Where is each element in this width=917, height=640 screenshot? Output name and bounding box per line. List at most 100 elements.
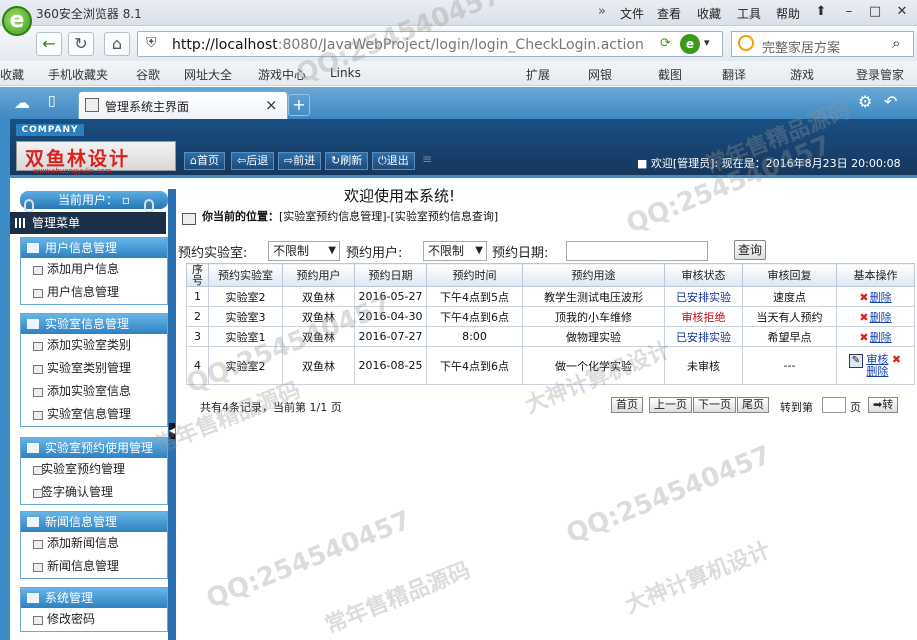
address-bar[interactable]: ⛨ http://localhost:8080/JavaWebProject/l… xyxy=(137,31,723,57)
goto-button[interactable]: ➡转 xyxy=(868,397,899,413)
chevron-down-icon[interactable]: ▾ xyxy=(704,36,710,49)
cell-date: 2016-08-25 xyxy=(354,346,427,385)
search-input[interactable]: 完整家居方案 xyxy=(762,37,840,56)
menu-add-lab-type[interactable]: 添加实验室类别 xyxy=(21,334,167,357)
last-page-button[interactable]: 尾页 xyxy=(737,397,769,413)
delete-link[interactable]: 删除 xyxy=(870,291,892,304)
bookmark-mobile[interactable]: 手机收藏夹 xyxy=(48,66,108,83)
prev-page-button[interactable]: 上一页 xyxy=(649,397,692,413)
cell-time: 下午4点到5点 xyxy=(426,286,523,307)
toolbar-games[interactable]: 游戏 xyxy=(790,66,814,83)
collapse-arrow-icon[interactable]: ◀ xyxy=(169,423,175,439)
cell-lab: 实验室2 xyxy=(208,286,283,307)
menu-help[interactable]: 帮助 xyxy=(776,5,800,22)
search-engine-icon[interactable] xyxy=(738,35,754,51)
search-box[interactable]: 完整家居方案 ⌕ xyxy=(731,31,914,57)
address-url[interactable]: http://localhost:8080/JavaWebProject/log… xyxy=(172,37,644,53)
menu-reservation-manage[interactable]: 实验室预约管理 xyxy=(21,458,167,481)
cell-lab: 实验室1 xyxy=(208,326,283,347)
home-icon[interactable]: ⌂ xyxy=(104,32,130,56)
menu-user-manage[interactable]: 用户信息管理 xyxy=(21,281,167,304)
chevron-right-icon[interactable]: » xyxy=(598,4,606,19)
bookmark-sites[interactable]: 网址大全 xyxy=(184,66,232,83)
phone-icon[interactable]: ▯ xyxy=(48,93,56,109)
cell-index: 1 xyxy=(186,286,209,307)
shirt-icon[interactable]: ⬆ xyxy=(808,2,834,22)
bookmark-favorites[interactable]: 收藏 xyxy=(0,66,24,83)
welcome-status: ■ 欢迎[管理员]: 现在是：2016年8月23日 20:00:08 xyxy=(637,157,901,170)
home-button[interactable]: ⌂首页 xyxy=(184,152,225,170)
menu-tools[interactable]: 工具 xyxy=(737,5,761,22)
sidebar: 当前用户： ▫ 管理菜单 用户信息管理 添加用户信息 用户信息管理 实验室信息管… xyxy=(10,189,168,640)
toolbar-screenshot[interactable]: 截图 xyxy=(658,66,682,83)
cell-time: 8:00 xyxy=(426,326,523,347)
filter-user-select[interactable]: 不限制 ▼ xyxy=(423,241,487,261)
refresh-button[interactable]: ↻刷新 xyxy=(325,152,369,170)
tab-close-icon[interactable]: × xyxy=(265,96,278,114)
first-page-button[interactable]: 首页 xyxy=(611,397,643,413)
menu-signature-confirm[interactable]: 签字确认管理 xyxy=(21,481,167,504)
group-title-lab-info[interactable]: 实验室信息管理 xyxy=(21,314,167,334)
menu-view[interactable]: 查看 xyxy=(657,5,681,22)
chevron-down-icon: ▼ xyxy=(475,245,483,256)
menu-add-news[interactable]: 添加新闻信息 xyxy=(21,532,167,555)
back-arrow-icon[interactable]: ← xyxy=(36,32,62,56)
menu-lab-type-manage[interactable]: 实验室类别管理 xyxy=(21,357,167,380)
edit-icon[interactable]: ✎ xyxy=(848,353,863,368)
delete-x-icon: ✖ xyxy=(891,352,902,366)
search-icon[interactable]: ⌕ xyxy=(892,34,900,52)
sidebar-splitter[interactable]: ◀ xyxy=(168,189,176,640)
col-purpose: 预约用途 xyxy=(522,263,665,287)
ie-mode-icon[interactable]: e xyxy=(680,34,700,54)
delete-link[interactable]: 删除 xyxy=(870,311,892,324)
delete-link[interactable]: 删除 xyxy=(870,331,892,344)
bookmark-google[interactable]: 谷歌 xyxy=(136,66,160,83)
settings-icon[interactable]: ⚙ xyxy=(858,92,872,111)
group-title-news[interactable]: 新闻信息管理 xyxy=(21,512,167,532)
cell-review-status: 已安排实验 xyxy=(664,286,743,307)
cloud-icon[interactable]: ☁ xyxy=(14,93,30,112)
menu-add-lab[interactable]: 添加实验室信息 xyxy=(21,380,167,403)
cell-date: 2016-05-27 xyxy=(354,286,427,307)
cell-index: 2 xyxy=(186,306,209,327)
undo-icon[interactable]: ↶ xyxy=(884,92,897,111)
menu-favorites[interactable]: 收藏 xyxy=(697,5,721,22)
menu-add-user[interactable]: 添加用户信息 xyxy=(21,258,167,281)
speed-icon[interactable]: ⟳ xyxy=(660,36,671,51)
delete-link[interactable]: 删除 xyxy=(866,365,888,378)
toolbar-bank[interactable]: 网银 xyxy=(588,66,612,83)
filter-date-input[interactable] xyxy=(566,241,708,261)
toolbar-extensions[interactable]: 扩展 xyxy=(526,66,550,83)
menu-file[interactable]: 文件 xyxy=(620,5,644,22)
menu-lab-manage[interactable]: 实验室信息管理 xyxy=(21,403,167,426)
goto-page-input[interactable] xyxy=(822,397,846,413)
tab-main[interactable]: 管理系统主界面 × xyxy=(78,91,288,119)
logout-button[interactable]: ⏻退出 xyxy=(372,152,415,170)
new-tab-icon[interactable]: + xyxy=(288,94,310,116)
refresh-icon[interactable]: ↻ xyxy=(68,32,94,56)
table-row: 2 实验室3 双鱼林 2016-04-30 下午4点到6点 顶我的小车维修 审核… xyxy=(186,306,915,327)
bookmark-links[interactable]: Links xyxy=(330,66,361,80)
menu-change-password[interactable]: 修改密码 xyxy=(21,608,167,631)
maximize-icon[interactable]: □ xyxy=(862,2,888,22)
group-title-user-info[interactable]: 用户信息管理 xyxy=(21,238,167,258)
bookmark-games[interactable]: 游戏中心 xyxy=(258,66,306,83)
minimize-icon[interactable]: – xyxy=(836,2,862,22)
back-button[interactable]: ⇦后退 xyxy=(231,152,275,170)
menu-news-manage[interactable]: 新闻信息管理 xyxy=(21,555,167,578)
toolbar-login-manager[interactable]: 登录管家 xyxy=(856,66,904,83)
group-title-system[interactable]: 系统管理 xyxy=(21,588,167,608)
close-icon[interactable]: ✕ xyxy=(889,2,915,22)
cell-purpose: 顶我的小车维修 xyxy=(522,306,665,327)
cell-user: 双鱼林 xyxy=(282,346,355,385)
cell-review-reply: 速度点 xyxy=(742,286,837,307)
forward-button[interactable]: ⇨前进 xyxy=(278,152,322,170)
group-title-reservation[interactable]: 实验室预约使用管理 xyxy=(21,438,167,458)
toolbar-translate[interactable]: 翻译 xyxy=(722,66,746,83)
query-button[interactable]: 查询 xyxy=(734,240,766,260)
browser-title-bar: e 360安全浏览器 8.1 » 文件 查看 收藏 工具 帮助 ⬆ – □ ✕ xyxy=(0,0,917,36)
brand-logo: 双鱼林设计 www.shuangyulin.com xyxy=(16,141,176,175)
tab-title[interactable]: 管理系统主界面 xyxy=(105,98,189,115)
filter-lab-select[interactable]: 不限制 ▼ xyxy=(268,241,340,261)
next-page-button[interactable]: 下一页 xyxy=(693,397,736,413)
